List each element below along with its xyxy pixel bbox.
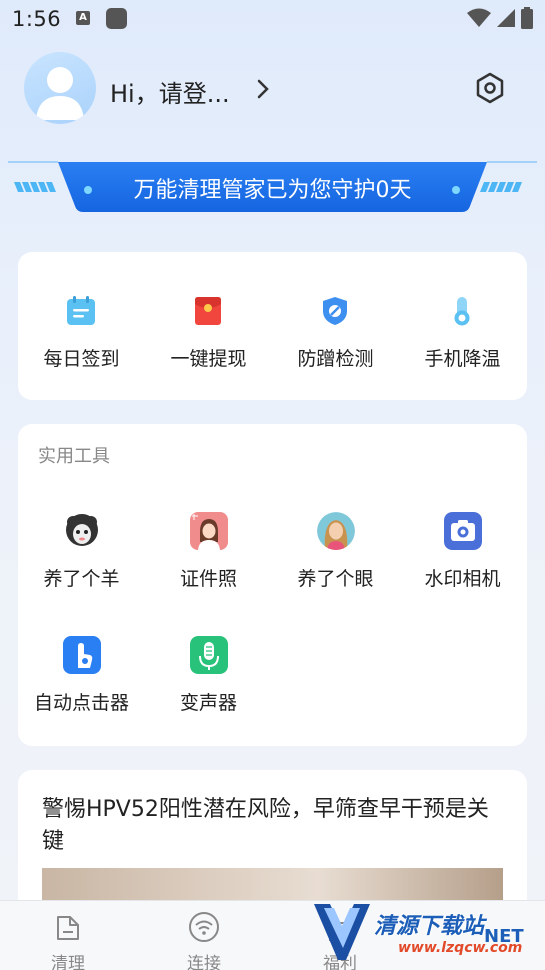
clean-icon bbox=[57, 916, 79, 940]
tool-label: 变声器 bbox=[179, 692, 237, 714]
quick-action-daily-checkin[interactable]: 每日签到 bbox=[18, 252, 145, 400]
tool-label: 证件照 bbox=[179, 568, 237, 590]
tool-label: 养了个羊 bbox=[43, 568, 120, 590]
auto-clicker-icon bbox=[63, 636, 101, 674]
tools-card: 实用工具 养了个羊 证件照 养了个眼 水印相机 自动点击器 变声器 bbox=[18, 424, 527, 746]
watermark-logo-icon bbox=[314, 904, 370, 960]
id-photo-icon bbox=[190, 512, 228, 550]
site-watermark: 清源下载站 NET www.lzqcw.com bbox=[312, 898, 545, 970]
thermometer-icon bbox=[454, 297, 470, 326]
status-bar: 1:56 A bbox=[0, 0, 545, 40]
tool-watermark-camera[interactable]: 水印相机 bbox=[399, 512, 526, 622]
tool-label: 养了个眼 bbox=[297, 568, 374, 590]
microphone-icon bbox=[190, 636, 228, 674]
nav-label: 清理 bbox=[51, 954, 85, 970]
watermark-text: 清源下载站 bbox=[374, 914, 485, 939]
quick-action-withdraw[interactable]: 一键提现 bbox=[145, 252, 272, 400]
portrait-icon bbox=[317, 512, 355, 550]
section-title: 实用工具 bbox=[38, 446, 110, 467]
sheep-icon bbox=[66, 514, 98, 546]
news-title[interactable]: 警惕HPV52阳性潜在风险，早筛查早干预是关键 bbox=[42, 794, 502, 858]
watermark-url: www.lzqcw.com bbox=[398, 940, 523, 956]
quick-action-label: 一键提现 bbox=[170, 348, 247, 370]
shield-icon bbox=[323, 297, 347, 325]
tool-sheep-game[interactable]: 养了个羊 bbox=[18, 512, 145, 622]
wifi-signal-icon bbox=[467, 8, 491, 27]
wifi-icon bbox=[189, 912, 219, 942]
notification-a-icon: A bbox=[76, 11, 90, 25]
tool-voice-changer[interactable]: 变声器 bbox=[145, 636, 272, 746]
battery-icon bbox=[521, 7, 533, 29]
quick-action-label: 手机降温 bbox=[424, 348, 501, 370]
login-greeting[interactable]: Hi，请登... bbox=[110, 74, 230, 109]
camera-icon bbox=[444, 512, 482, 550]
quick-action-label: 防蹭检测 bbox=[297, 348, 374, 370]
chevron-right-icon[interactable] bbox=[254, 78, 272, 100]
nav-label: 连接 bbox=[187, 954, 221, 970]
tool-id-photo[interactable]: 证件照 bbox=[145, 512, 272, 622]
tool-auto-clicker[interactable]: 自动点击器 bbox=[18, 636, 145, 746]
notification-square-icon bbox=[106, 8, 127, 29]
red-envelope-icon bbox=[195, 297, 221, 325]
status-time: 1:56 bbox=[12, 7, 62, 31]
quick-action-anti-leech[interactable]: 防蹭检测 bbox=[272, 252, 399, 400]
nav-tab-clean[interactable]: 清理 bbox=[28, 901, 108, 970]
calendar-icon bbox=[67, 296, 95, 325]
tool-label: 水印相机 bbox=[424, 568, 501, 590]
tool-eye-candy[interactable]: 养了个眼 bbox=[272, 512, 399, 622]
user-silhouette-icon bbox=[36, 67, 84, 120]
settings-icon[interactable] bbox=[472, 70, 508, 106]
nav-tab-connect[interactable]: 连接 bbox=[164, 901, 244, 970]
banner-text: 万能清理管家已为您守护0天 bbox=[133, 178, 412, 203]
quick-actions-card: 每日签到 一键提现 防蹭检测 手机降温 bbox=[18, 252, 527, 400]
avatar[interactable] bbox=[24, 52, 96, 124]
status-icons bbox=[467, 7, 533, 29]
cell-signal-icon bbox=[497, 9, 515, 27]
tool-label: 自动点击器 bbox=[33, 692, 129, 714]
quick-action-label: 每日签到 bbox=[43, 348, 120, 370]
quick-action-cool-down[interactable]: 手机降温 bbox=[399, 252, 526, 400]
